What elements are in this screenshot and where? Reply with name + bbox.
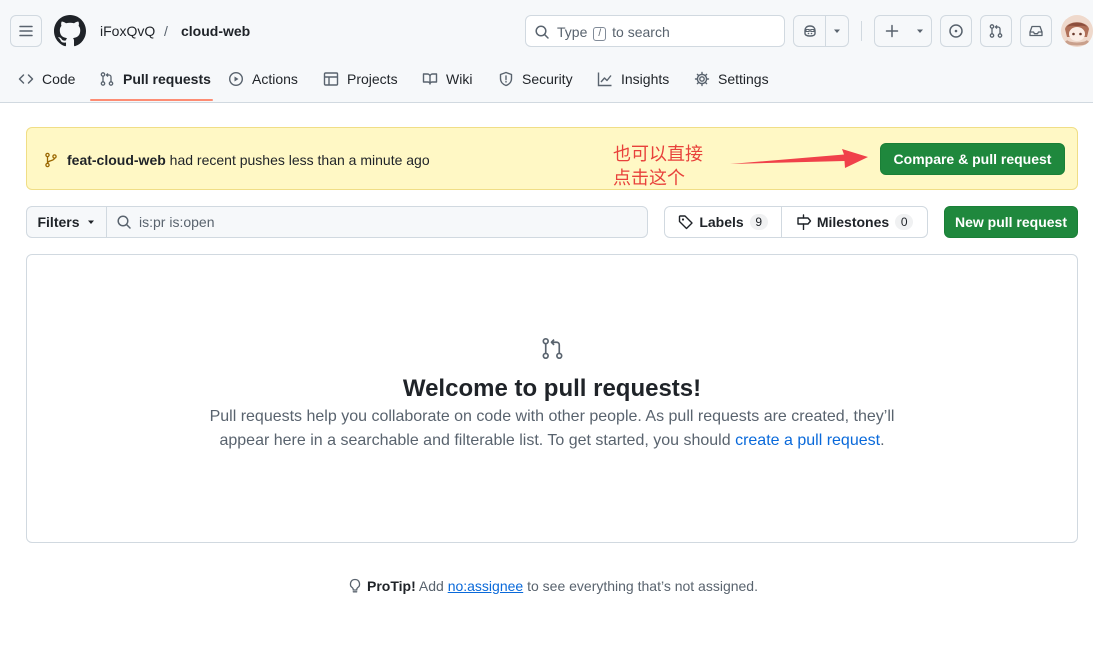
annotation-arrow-icon	[730, 149, 868, 168]
tab-label: Settings	[718, 71, 769, 87]
milestones-button[interactable]: Milestones 0	[782, 207, 927, 237]
issues-button[interactable]	[940, 15, 972, 47]
compare-and-pull-request-button[interactable]: Compare & pull request	[880, 143, 1065, 175]
search-placeholder: Type / to search	[557, 24, 670, 41]
gear-icon	[694, 71, 710, 87]
copilot-icon	[803, 25, 816, 37]
copilot-button[interactable]	[794, 16, 826, 46]
tab-label: Pull requests	[123, 71, 211, 87]
slash-key-hint: /	[593, 27, 607, 41]
search-icon	[535, 25, 549, 39]
tab-actions[interactable]: Actions	[228, 64, 298, 94]
tab-label: Wiki	[446, 71, 473, 87]
hamburger-icon	[19, 25, 33, 37]
breadcrumb-separator: /	[164, 23, 168, 39]
protip-label: ProTip!	[367, 578, 416, 594]
tab-pull-requests[interactable]: Pull requests	[99, 64, 211, 94]
branch-name[interactable]: feat-cloud-web	[67, 152, 166, 168]
github-logo-icon[interactable]	[54, 15, 86, 47]
inbox-button[interactable]	[1020, 15, 1052, 47]
protip: ProTip! Add no:assignee to see everythin…	[0, 577, 1093, 595]
create-pull-request-link[interactable]: create a pull request	[735, 432, 880, 449]
milestone-icon	[797, 214, 812, 230]
tab-insights[interactable]: Insights	[597, 64, 669, 94]
plus-icon	[885, 24, 899, 38]
tab-wiki[interactable]: Wiki	[422, 64, 472, 94]
inbox-icon	[1029, 25, 1043, 37]
blank-state-description: Pull requests help you collaborate on co…	[209, 408, 895, 449]
no-assignee-link[interactable]: no:assignee	[448, 578, 524, 594]
global-header: iFoxQvQ / cloud-web Type / to search Cod…	[0, 0, 1093, 103]
shield-icon	[499, 71, 513, 87]
tab-security[interactable]: Security	[498, 64, 573, 94]
search-icon	[117, 215, 131, 229]
tab-settings[interactable]: Settings	[694, 64, 769, 94]
breadcrumb-repo[interactable]: cloud-web	[181, 22, 250, 40]
tab-label: Insights	[621, 71, 670, 87]
tag-icon	[679, 215, 694, 230]
filter-bar: Filters is:pr is:open	[26, 206, 648, 238]
git-branch-icon	[45, 152, 57, 168]
header-divider	[861, 21, 862, 41]
filters-button[interactable]: Filters	[27, 207, 107, 237]
tab-label: Actions	[252, 71, 298, 87]
milestones-count: 0	[895, 214, 914, 230]
avatar[interactable]	[1061, 15, 1093, 47]
active-tab-indicator	[90, 99, 213, 101]
tab-label: Security	[522, 71, 573, 87]
create-new-button[interactable]	[875, 16, 909, 46]
search-input[interactable]: Type / to search	[525, 15, 785, 47]
blank-state-title: Welcome to pull requests!	[402, 375, 702, 402]
menu-button[interactable]	[10, 15, 42, 47]
caret-down-icon	[87, 220, 94, 224]
recent-push-message: feat-cloud-web had recent pushes less th…	[67, 152, 430, 168]
pull-requests-button[interactable]	[980, 15, 1012, 47]
new-pull-request-button[interactable]: New pull request	[944, 206, 1078, 238]
tab-projects[interactable]: Projects	[323, 64, 398, 94]
book-icon	[422, 73, 438, 85]
labels-milestones-group: Labels 9 Milestones 0	[664, 206, 928, 238]
create-new-dropdown[interactable]	[909, 16, 931, 46]
tab-code[interactable]: Code	[18, 64, 75, 94]
tab-label: Projects	[347, 71, 398, 87]
light-bulb-icon	[349, 578, 361, 593]
caret-down-icon	[917, 29, 923, 33]
graph-icon	[597, 72, 612, 87]
annotation-text: 也可以直接 点击这个	[613, 144, 703, 189]
caret-down-icon	[834, 29, 840, 33]
git-pull-request-icon	[989, 24, 1003, 38]
copilot-split-button	[793, 15, 849, 47]
labels-count: 9	[749, 214, 768, 230]
labels-button[interactable]: Labels 9	[665, 207, 782, 237]
git-pull-request-icon	[100, 72, 114, 86]
code-icon	[18, 74, 34, 84]
issue-opened-icon	[949, 24, 963, 38]
blank-state: Welcome to pull requests! Pull requests …	[26, 254, 1078, 543]
filter-query-value: is:pr is:open	[139, 214, 215, 230]
filter-search-input[interactable]: is:pr is:open	[107, 207, 647, 237]
play-icon	[228, 71, 244, 87]
tab-label: Code	[42, 71, 76, 87]
create-new-split-button	[874, 15, 932, 47]
copilot-dropdown-button[interactable]	[826, 16, 848, 46]
git-pull-request-icon	[542, 337, 563, 360]
breadcrumb-owner[interactable]: iFoxQvQ	[100, 22, 155, 40]
table-icon	[323, 72, 339, 86]
